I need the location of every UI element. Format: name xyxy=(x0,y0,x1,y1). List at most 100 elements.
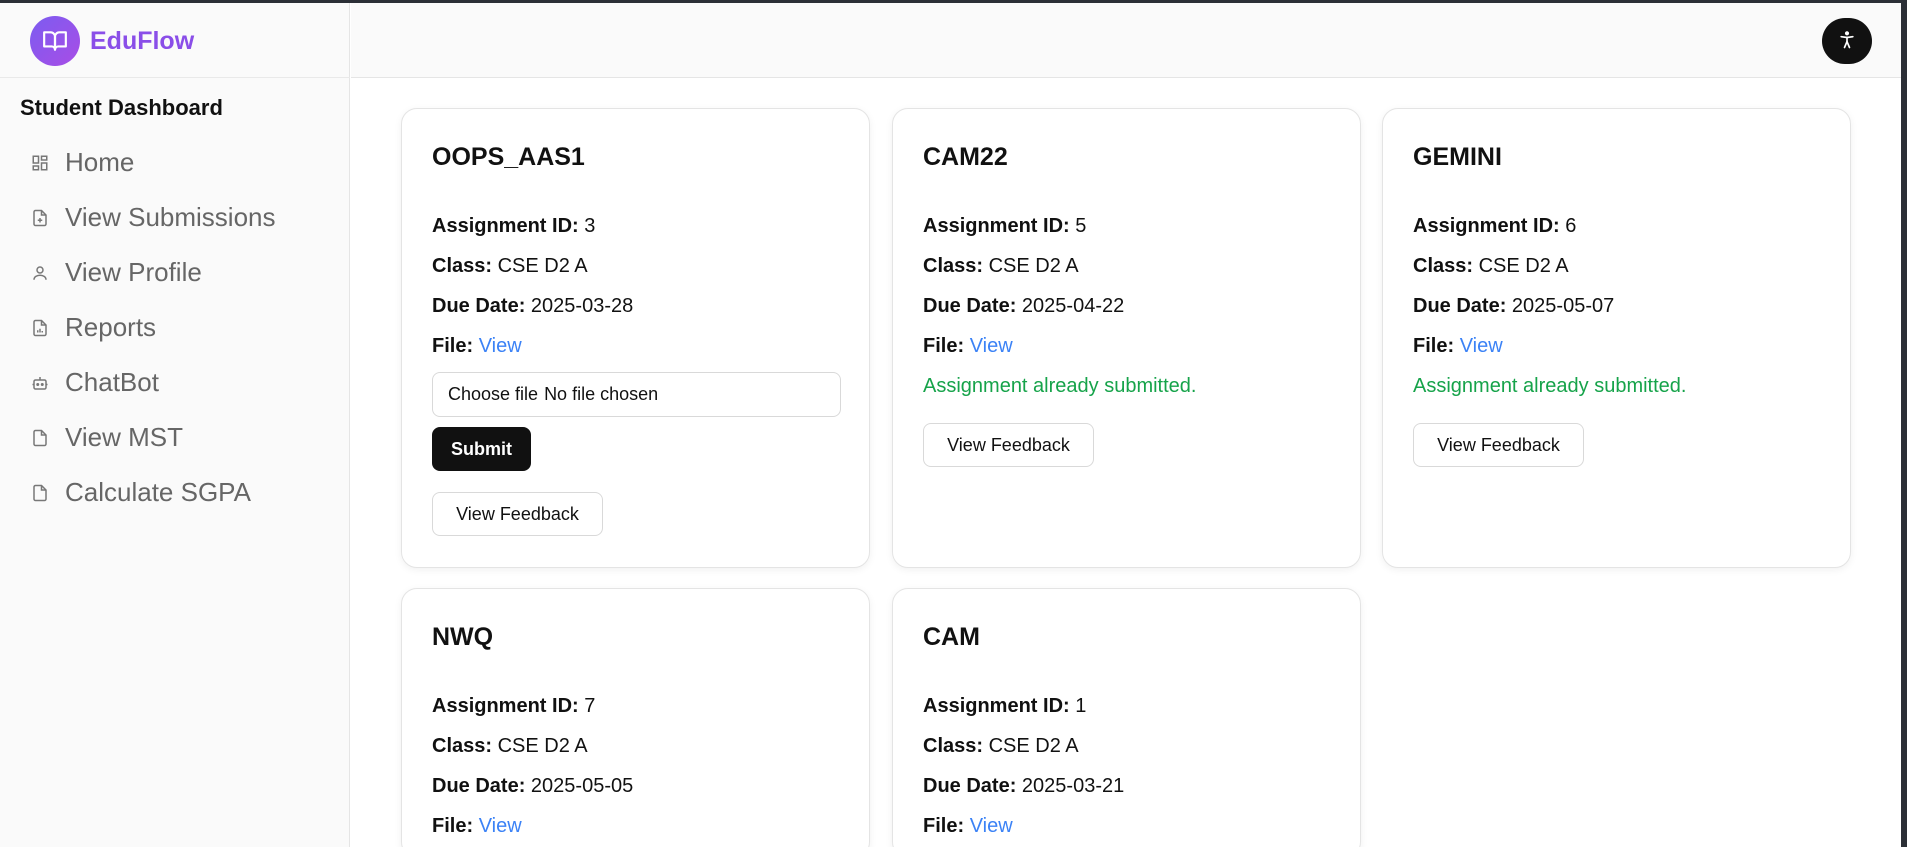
class-row: Class: CSE D2 A xyxy=(923,255,1079,278)
user-icon xyxy=(30,263,50,283)
assignment-id-row: Assignment ID: 1 xyxy=(923,695,1086,718)
assignment-title: GEMINI xyxy=(1413,143,1502,171)
assignment-id-row: Assignment ID: 5 xyxy=(923,215,1086,238)
due-date-value: 2025-03-21 xyxy=(1021,775,1125,797)
class-value: CSE D2 A xyxy=(1478,255,1569,277)
class-row: Class: CSE D2 A xyxy=(432,735,588,758)
sidebar-item-label: View Profile xyxy=(65,257,202,287)
field-label: Assignment ID: xyxy=(432,695,579,717)
field-label: Assignment ID: xyxy=(923,695,1070,717)
view-feedback-button[interactable]: View Feedback xyxy=(1413,423,1584,467)
sidebar-item-label: Calculate SGPA xyxy=(65,477,251,507)
file-row: File: View xyxy=(432,335,522,358)
assignment-id-value: 5 xyxy=(1075,215,1087,237)
assignment-id-value: 1 xyxy=(1075,695,1087,717)
file-row: File: View xyxy=(923,335,1013,358)
field-label: File: xyxy=(432,335,474,357)
sidebar-item-reports[interactable]: Reports xyxy=(20,300,340,355)
view-feedback-button[interactable]: View Feedback xyxy=(923,423,1094,467)
sidebar-item-view-profile[interactable]: View Profile xyxy=(20,245,340,300)
file-view-link[interactable]: View xyxy=(479,335,522,357)
class-value: CSE D2 A xyxy=(497,255,588,277)
class-value: CSE D2 A xyxy=(988,735,1079,757)
class-value: CSE D2 A xyxy=(988,255,1079,277)
brand-name: EduFlow xyxy=(90,26,195,55)
submit-button[interactable]: Submit xyxy=(432,427,531,471)
view-feedback-button[interactable]: View Feedback xyxy=(432,492,603,536)
file-upload-input[interactable]: Choose file No file chosen xyxy=(432,372,841,417)
submitted-status: Assignment already submitted. xyxy=(1413,375,1687,397)
due-date-row: Due Date: 2025-03-21 xyxy=(923,775,1124,798)
assignment-id-row: Assignment ID: 7 xyxy=(432,695,595,718)
file-row: File: View xyxy=(432,815,522,838)
submitted-status: Assignment already submitted. xyxy=(923,375,1197,397)
file-view-link[interactable]: View xyxy=(970,335,1013,357)
window-right-border xyxy=(1901,3,1907,847)
field-label: Class: xyxy=(923,255,984,277)
due-date-value: 2025-05-07 xyxy=(1511,295,1615,317)
due-date-value: 2025-03-28 xyxy=(530,295,634,317)
file-row: File: View xyxy=(1413,335,1503,358)
field-label: File: xyxy=(923,815,965,837)
bot-icon xyxy=(30,373,50,393)
field-label: Due Date: xyxy=(432,295,526,317)
field-label: File: xyxy=(432,815,474,837)
field-label: Class: xyxy=(923,735,984,757)
assignment-id-row: Assignment ID: 6 xyxy=(1413,215,1576,238)
sidebar-nav: Home View Submissions View Profile Repor… xyxy=(20,135,340,520)
assignment-id-value: 6 xyxy=(1565,215,1577,237)
accessibility-icon xyxy=(1837,30,1857,53)
field-label: Due Date: xyxy=(923,775,1017,797)
sidebar-item-calculate-sgpa[interactable]: Calculate SGPA xyxy=(20,465,340,520)
field-label: Assignment ID: xyxy=(1413,215,1560,237)
sidebar-title: Student Dashboard xyxy=(20,95,223,120)
dashboard-grid-icon xyxy=(30,153,50,173)
sidebar-item-view-submissions[interactable]: View Submissions xyxy=(20,190,340,245)
field-label: Class: xyxy=(432,255,493,277)
assignment-id-value: 3 xyxy=(584,215,596,237)
class-row: Class: CSE D2 A xyxy=(923,735,1079,758)
sidebar-item-label: Home xyxy=(65,147,135,177)
file-view-link[interactable]: View xyxy=(479,815,522,837)
assignment-card: NWQ Assignment ID: 7 Class: CSE D2 A Due… xyxy=(401,588,870,847)
choose-file-button[interactable]: Choose file xyxy=(448,384,538,405)
field-label: Assignment ID: xyxy=(923,215,1070,237)
assignment-title: OOPS_AAS1 xyxy=(432,143,585,171)
sidebar-item-home[interactable]: Home xyxy=(20,135,340,190)
sidebar-item-chatbot[interactable]: ChatBot xyxy=(20,355,340,410)
due-date-value: 2025-04-22 xyxy=(1021,295,1125,317)
brand[interactable]: EduFlow xyxy=(30,16,194,66)
assignment-title: CAM22 xyxy=(923,143,1008,171)
assignment-id-value: 7 xyxy=(584,695,596,717)
field-label: Due Date: xyxy=(432,775,526,797)
field-label: Due Date: xyxy=(923,295,1017,317)
sidebar-item-label: View MST xyxy=(65,422,183,452)
field-label: Class: xyxy=(1413,255,1474,277)
sidebar-item-label: Reports xyxy=(65,312,157,342)
field-label: Assignment ID: xyxy=(432,215,579,237)
assignment-card: CAM Assignment ID: 1 Class: CSE D2 A Due… xyxy=(892,588,1361,847)
field-label: File: xyxy=(1413,335,1455,357)
file-status-text: No file chosen xyxy=(544,384,659,404)
accessibility-button[interactable] xyxy=(1822,18,1872,64)
sidebar: EduFlow Student Dashboard Home View Subm… xyxy=(0,3,350,847)
sidebar-item-view-mst[interactable]: View MST xyxy=(20,410,340,465)
due-date-row: Due Date: 2025-05-07 xyxy=(1413,295,1614,318)
due-date-row: Due Date: 2025-04-22 xyxy=(923,295,1124,318)
sidebar-item-label: ChatBot xyxy=(65,367,159,397)
file-view-link[interactable]: View xyxy=(1460,335,1503,357)
book-open-icon xyxy=(30,16,80,66)
class-value: CSE D2 A xyxy=(497,735,588,757)
assignment-card: CAM22 Assignment ID: 5 Class: CSE D2 A D… xyxy=(892,108,1361,568)
field-label: File: xyxy=(923,335,965,357)
field-label: Class: xyxy=(432,735,493,757)
file-chart-icon xyxy=(30,318,50,338)
file-icon xyxy=(30,483,50,503)
field-label: Due Date: xyxy=(1413,295,1507,317)
file-icon xyxy=(30,428,50,448)
file-view-link[interactable]: View xyxy=(970,815,1013,837)
divider xyxy=(0,77,350,78)
due-date-row: Due Date: 2025-05-05 xyxy=(432,775,633,798)
assignment-id-row: Assignment ID: 3 xyxy=(432,215,595,238)
assignment-title: CAM xyxy=(923,623,980,651)
